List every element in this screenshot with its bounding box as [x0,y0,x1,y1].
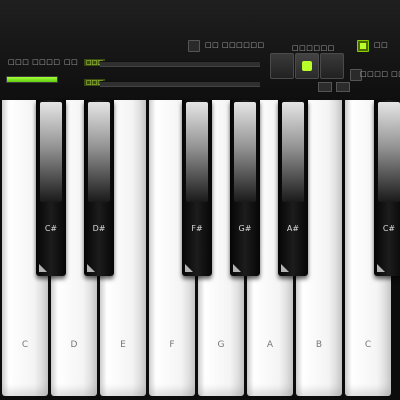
key-corner-icon [233,264,241,272]
right-toggle-label: □□ [374,41,389,49]
slider1-track[interactable] [100,61,260,67]
black-key-1[interactable]: C# [36,100,66,276]
black-key-4[interactable]: G# [230,100,260,276]
white-key-label: F [169,340,175,350]
black-key-label: D# [92,224,106,233]
black-key-label: C# [382,224,396,233]
white-key-label: A [266,340,274,350]
mini-button-left[interactable] [318,82,332,92]
octave-label: □□□□□□ [292,44,335,52]
octave-down-button[interactable] [270,53,294,79]
key-highlight [186,102,208,202]
toggle-label: □□ □□□□□□ [205,41,265,49]
octave-control [270,53,344,79]
octave-indicator-icon [302,61,312,71]
key-corner-icon [281,264,289,272]
black-key-3[interactable]: F# [182,100,212,276]
piano-keyboard: C D E F G A B C C# D# F# G# A# C# [0,100,400,400]
octave-current-button[interactable] [295,53,319,79]
black-key-label: C# [44,224,58,233]
key-highlight [282,102,304,202]
black-key-label: A# [286,224,300,233]
black-key-label: F# [191,224,203,233]
panel-left-value: □□ [64,58,79,66]
key-highlight [378,102,400,202]
white-key-label: C [364,340,372,350]
octave-up-button[interactable] [320,53,344,79]
panel-left-label: □□□ □□□□ [8,58,61,66]
black-key-6[interactable]: C# [374,100,400,276]
white-key-label: C [21,340,29,350]
mini-button-right[interactable] [336,82,350,92]
toggle-button[interactable] [188,40,200,52]
right-label: □□□□ □□□ [360,70,400,78]
white-key-label: B [315,340,323,350]
key-highlight [88,102,110,202]
key-corner-icon [87,264,95,272]
key-corner-icon [39,264,47,272]
level-meter-fill [7,77,57,82]
white-key-label: D [70,340,78,350]
key-corner-icon [185,264,193,272]
key-highlight [234,102,256,202]
slider2-track[interactable] [100,81,260,87]
key-corner-icon [377,264,385,272]
black-key-2[interactable]: D# [84,100,114,276]
key-highlight [40,102,62,202]
level-meter [6,76,58,83]
right-toggle-button[interactable] [357,40,369,52]
white-key-label: G [217,340,225,350]
black-key-label: G# [238,224,252,233]
control-panel: □□□ □□□□ □□ □□□ □□□ □□ □□□□□□ □□□□□□ □□ … [0,0,400,101]
black-key-5[interactable]: A# [278,100,308,276]
white-key-label: E [120,340,126,350]
